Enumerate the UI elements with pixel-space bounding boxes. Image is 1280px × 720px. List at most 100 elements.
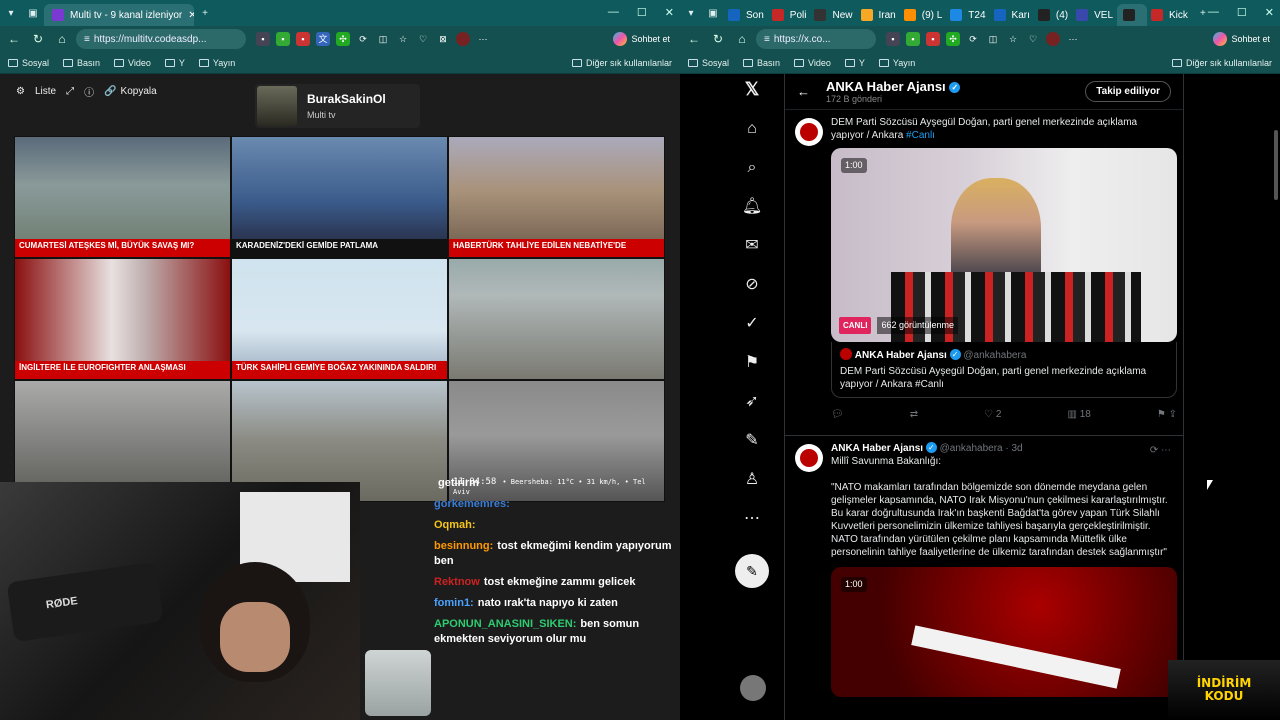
quoted-tweet[interactable]: ANKA Haber Ajansı ✓ @ankahabera DEM Part… <box>831 342 1177 398</box>
bookmarks-icon[interactable]: ⚑ <box>745 353 759 372</box>
back-icon[interactable]: ← <box>4 32 24 46</box>
workspaces-icon[interactable]: ▣ <box>22 8 44 19</box>
tab-multitv[interactable]: Multi tv - 9 kanal izleniyor ✕ <box>44 4 194 26</box>
tab-menu-icon[interactable]: ▾ <box>680 8 702 19</box>
scrollbar[interactable] <box>1274 130 1278 200</box>
bookmark-folder[interactable]: Sosyal <box>8 58 49 68</box>
browser-tab[interactable]: Poli <box>768 4 811 26</box>
bookmark-folder[interactable]: Yayın <box>878 58 915 68</box>
profile-avatar[interactable] <box>1046 32 1060 46</box>
chat-username[interactable]: besinnung: <box>434 540 493 552</box>
back-icon[interactable]: ← <box>684 32 704 46</box>
fullscreen-icon[interactable]: ⤢ <box>66 86 74 97</box>
hashtag-link[interactable]: #Canlı <box>906 130 935 141</box>
favorites-icon[interactable]: ☆ <box>1006 32 1020 46</box>
extension-icon[interactable]: ✣ <box>946 32 960 46</box>
split-icon[interactable]: ◫ <box>986 32 1000 46</box>
messages-icon[interactable]: ✉ <box>745 236 758 255</box>
notifications-icon[interactable]: 🔔︎ <box>742 197 762 216</box>
channel-card[interactable]: BurakSakinOl Multi tv <box>255 84 420 128</box>
browser-tab[interactable]: VEL <box>1072 4 1117 26</box>
reload-icon[interactable]: ↻ <box>28 32 48 46</box>
more-icon[interactable]: ⋯ <box>476 32 490 46</box>
browser-tab[interactable]: Karı <box>990 4 1034 26</box>
bookmark-folder[interactable]: Sosyal <box>688 58 729 68</box>
following-button[interactable]: Takip ediliyor <box>1085 81 1171 102</box>
bookmark-folder[interactable]: Y <box>164 58 185 68</box>
minimize-icon[interactable]: — <box>608 6 619 19</box>
video-tile[interactable]: İNGİLTERE İLE EUROFIGHTER ANLAŞMASI <box>14 258 231 380</box>
like-button[interactable]: ♡ 2 <box>984 408 1001 421</box>
maximize-icon[interactable]: ☐ <box>1237 6 1247 19</box>
extension-icon[interactable]: ▪ <box>256 32 270 46</box>
favorites-icon[interactable]: ☆ <box>396 32 410 46</box>
profile-icon[interactable]: ♙ <box>745 470 759 489</box>
minimize-icon[interactable]: — <box>1208 6 1219 19</box>
copilot-button[interactable]: Sohbet et <box>613 32 670 46</box>
bookmark-folder[interactable]: Basın <box>743 58 780 68</box>
more-icon[interactable]: ⋯ <box>744 509 760 528</box>
screenshot-icon[interactable]: ⊠ <box>436 32 450 46</box>
copilot-button[interactable]: Sohbet et <box>1213 32 1270 46</box>
communities-icon[interactable]: ✎ <box>745 431 758 450</box>
extension-icon[interactable]: ▪ <box>276 32 290 46</box>
tab-menu-icon[interactable]: ▾ <box>0 8 22 19</box>
browser-tab[interactable]: Son <box>724 4 768 26</box>
video-tile[interactable]: TÜRK SAHİPLİ GEMİYE BOĞAZ YAKININDA SALD… <box>231 258 448 380</box>
retweet-icon[interactable]: ⇄ <box>910 408 918 421</box>
workspaces-icon[interactable]: ▣ <box>702 8 724 19</box>
browser-tab[interactable]: Kick <box>1147 4 1192 26</box>
home-icon[interactable]: ⌂ <box>747 119 757 138</box>
video-player[interactable]: 1:00 CANLI 662 görüntülenme <box>831 148 1177 342</box>
new-tab-icon[interactable]: + <box>194 8 216 19</box>
url-field[interactable]: ≡ https://x.co... <box>756 29 876 49</box>
reload-icon[interactable]: ↻ <box>708 32 728 46</box>
video-player[interactable]: 1:00 <box>831 567 1177 697</box>
profile-avatar[interactable] <box>456 32 470 46</box>
tweet[interactable]: DEM Parti Sözcüsü Ayşegül Doğan, parti g… <box>785 110 1183 427</box>
extension-icon[interactable]: ✣ <box>336 32 350 46</box>
browser-tab[interactable]: (9) L <box>900 4 947 26</box>
home-icon[interactable]: ⌂ <box>52 32 72 46</box>
other-bookmarks[interactable]: Diğer sık kullanılanlar <box>571 58 672 68</box>
extension-icon[interactable]: ▪ <box>926 32 940 46</box>
chat-username[interactable]: gorkememres: <box>434 498 510 510</box>
bookmark-folder[interactable]: Basın <box>63 58 100 68</box>
browser-tab[interactable]: T24 <box>946 4 989 26</box>
lists-icon[interactable]: ✓ <box>745 314 758 333</box>
video-tile[interactable]: CUMARTESİ ATEŞKES Mİ, BÜYÜK SAVAŞ MI? <box>14 136 231 258</box>
views-button[interactable]: ▥ 18 <box>1067 408 1090 421</box>
url-field[interactable]: ≡ https://multitv.codeasdp... <box>76 29 246 49</box>
extensions-icon[interactable]: ⟳ <box>966 32 980 46</box>
more-icon[interactable]: ⋯ <box>1066 32 1080 46</box>
jobs-icon[interactable]: ➶ <box>745 392 758 411</box>
home-icon[interactable]: ⌂ <box>732 32 752 46</box>
video-tile[interactable] <box>448 258 665 380</box>
bookmark-folder[interactable]: Yayın <box>198 58 235 68</box>
chat-username[interactable]: fomin1: <box>434 597 474 609</box>
browser-tab[interactable]: Iran <box>857 4 900 26</box>
account-avatar[interactable] <box>740 675 766 701</box>
list-button[interactable]: Liste <box>35 86 56 97</box>
video-tile[interactable]: KARADENİZ'DEKİ GEMİDE PATLAMA <box>231 136 448 258</box>
back-arrow-icon[interactable]: ← <box>797 84 810 99</box>
chat-username[interactable]: Rektnow <box>434 576 480 588</box>
bookmark-folder[interactable]: Video <box>794 58 831 68</box>
bookmark-folder[interactable]: Y <box>844 58 865 68</box>
extension-icon[interactable]: ▪ <box>886 32 900 46</box>
bookmark-icon[interactable]: ⚑ ⇪ <box>1157 408 1177 421</box>
chat-username[interactable]: Oqmah: <box>434 519 476 531</box>
browser-tab[interactable] <box>1117 4 1148 26</box>
close-window-icon[interactable]: ✕ <box>1265 6 1274 19</box>
collections-icon[interactable]: ♡ <box>1026 32 1040 46</box>
close-window-icon[interactable]: ✕ <box>665 6 674 19</box>
tweet[interactable]: ⟳ ⋯ ANKA Haber Ajansı ✓ @ankahabera · 3d… <box>785 436 1183 703</box>
post-button[interactable]: ✎ <box>735 554 769 588</box>
tweet-avatar[interactable] <box>795 118 823 146</box>
search-icon[interactable]: ⌕ <box>748 158 757 177</box>
tweet-author[interactable]: ANKA Haber Ajansı <box>831 443 923 454</box>
extension-icon[interactable]: ▪ <box>906 32 920 46</box>
translate-icon[interactable]: 文 <box>316 32 330 46</box>
settings-icon[interactable]: ⚙ <box>16 86 25 97</box>
maximize-icon[interactable]: ☐ <box>637 6 647 19</box>
